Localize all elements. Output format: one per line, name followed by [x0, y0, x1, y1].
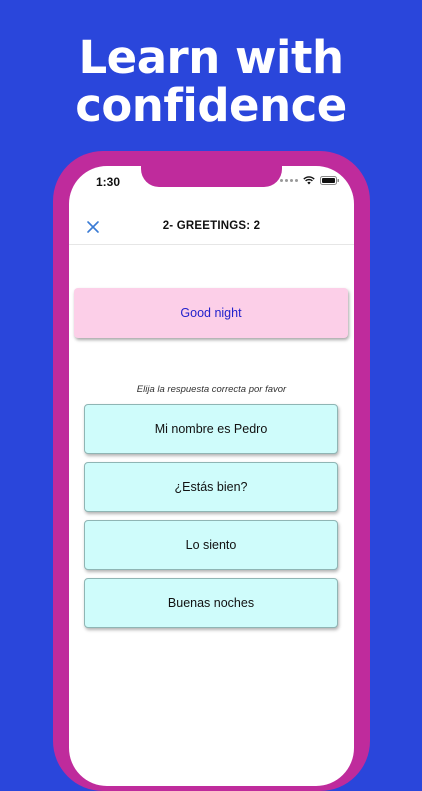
- answer-option-label: Mi nombre es Pedro: [154, 422, 268, 436]
- answer-option-2[interactable]: ¿Estás bien?: [84, 462, 338, 512]
- answer-option-label: Buenas noches: [167, 596, 255, 610]
- headline-line-1: Learn with: [78, 31, 345, 84]
- instruction-text: Elija la respuesta correcta por favor: [136, 384, 287, 395]
- answer-option-label: ¿Estás bien?: [174, 480, 248, 494]
- headline: Learn with confidence: [0, 34, 422, 130]
- nav-bar: 2- GREETINGS: 2: [69, 210, 354, 245]
- answer-option-label: Lo siento: [185, 538, 237, 552]
- phone-notch: [141, 166, 282, 187]
- answer-option-1[interactable]: Mi nombre es Pedro: [84, 404, 338, 454]
- answer-option-4[interactable]: Buenas noches: [84, 578, 338, 628]
- wifi-icon: [303, 176, 315, 185]
- signal-icon: [280, 179, 298, 182]
- prompt-text: Good night: [180, 306, 242, 320]
- status-time: 1:30: [96, 175, 121, 189]
- prompt-card: Good night: [74, 288, 348, 338]
- battery-icon: [320, 176, 340, 185]
- status-icons: [280, 176, 340, 185]
- phone-screen: 1:30 2- GREETINGS: 2 Good night Elija la…: [69, 166, 354, 786]
- headline-line-2: confidence: [75, 79, 347, 132]
- answer-option-3[interactable]: Lo siento: [84, 520, 338, 570]
- lesson-title: 2- GREETINGS: 2: [162, 220, 261, 232]
